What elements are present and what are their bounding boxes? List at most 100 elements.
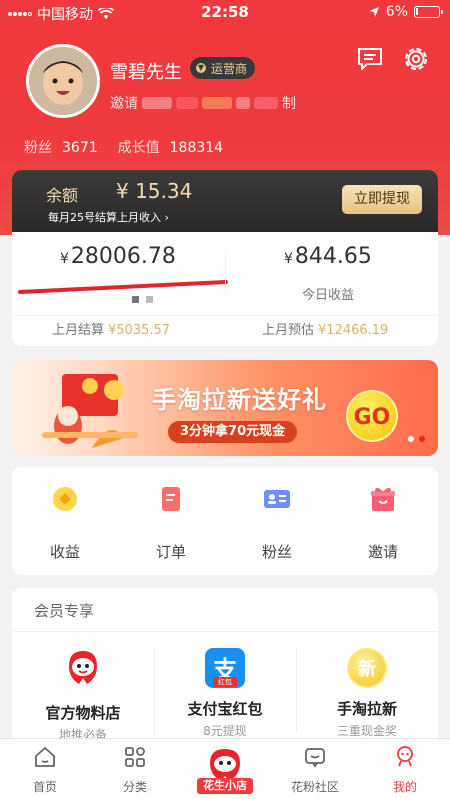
alipay-tag: 红包 bbox=[213, 677, 237, 687]
tab-category[interactable]: 分类 bbox=[90, 745, 180, 795]
member-item-alipay[interactable]: 支 红包 支付宝红包 8元提现 bbox=[154, 648, 296, 739]
home-icon bbox=[35, 747, 55, 767]
last-month-settled: 上月结算 ¥5035.57 bbox=[52, 319, 170, 338]
tab-label: 花粉社区 bbox=[290, 780, 339, 794]
grid-label: 订单 bbox=[155, 543, 186, 561]
balance-card: 余额 ¥ 15.34 每月25号结算上月收入 › 立即提现 bbox=[12, 170, 438, 232]
new-badge-icon: 新 bbox=[347, 648, 387, 688]
redacted-block bbox=[202, 97, 232, 109]
total-earnings[interactable]: ¥28006.78 bbox=[60, 244, 176, 269]
redacted-block bbox=[142, 97, 172, 109]
tab-community[interactable]: 花粉社区 bbox=[270, 745, 360, 795]
tab-label: 我的 bbox=[392, 780, 417, 794]
banner-dot bbox=[408, 436, 414, 442]
balance-label: 余额 bbox=[46, 186, 79, 205]
role-badge: ▼ 运营商 bbox=[190, 57, 256, 79]
page-indicator bbox=[132, 296, 153, 303]
followers-value: 3671 bbox=[62, 140, 98, 156]
growth-stat[interactable]: 成长值 188314 bbox=[118, 137, 223, 157]
estimate-value: ¥12466.19 bbox=[318, 323, 389, 338]
grid-label: 邀请 bbox=[367, 543, 398, 561]
today-earnings[interactable]: ¥844.65 bbox=[284, 244, 372, 269]
community-icon bbox=[305, 748, 325, 768]
total-earnings-value: 28006.78 bbox=[70, 244, 176, 269]
grid-item-earnings[interactable]: 收益 bbox=[12, 483, 118, 562]
member-item-taobao-new[interactable]: 新 手淘拉新 三重现金奖 bbox=[296, 648, 438, 739]
growth-label: 成长值 bbox=[117, 140, 160, 156]
coin-icon bbox=[53, 487, 77, 511]
banner-subtitle: 3分钟拿70元现金 bbox=[168, 421, 298, 443]
settlement-note[interactable]: 每月25号结算上月收入 › bbox=[48, 209, 169, 225]
growth-value: 188314 bbox=[169, 140, 224, 156]
member-item-name: 官方物料店 bbox=[45, 704, 121, 722]
nickname: 雪碧先生 bbox=[110, 62, 182, 83]
avatar[interactable] bbox=[26, 44, 100, 118]
last-month-label: 上月结算 bbox=[52, 323, 105, 338]
alipay-icon: 支 红包 bbox=[205, 648, 245, 688]
followers-label: 粉丝 bbox=[24, 140, 52, 156]
last-month-estimate: 上月预估 ¥12466.19 bbox=[262, 319, 388, 338]
crown-icon: ▼ bbox=[196, 63, 206, 73]
tab-home[interactable]: 首页 bbox=[0, 745, 90, 795]
member-item-material-store[interactable]: 官方物料店 地推必备 bbox=[12, 648, 154, 743]
status-bar: 中国移动 22:58 6% bbox=[0, 0, 450, 26]
promo-banner[interactable]: 手淘拉新送好礼 3分钟拿70元现金 GO bbox=[12, 360, 438, 456]
divider bbox=[12, 631, 438, 632]
member-item-name: 支付宝红包 bbox=[187, 700, 263, 718]
redacted-block bbox=[254, 97, 278, 109]
invite-code-row[interactable]: 邀请 制 bbox=[110, 93, 296, 113]
tab-shop[interactable]: 花生小店 bbox=[192, 748, 258, 794]
redacted-block bbox=[236, 97, 250, 109]
battery-icon bbox=[414, 6, 443, 18]
estimate-label: 上月预估 bbox=[262, 323, 315, 338]
divider bbox=[225, 254, 226, 294]
tab-label: 首页 bbox=[32, 780, 57, 794]
message-icon[interactable] bbox=[355, 44, 385, 74]
today-earnings-label: 今日收益 bbox=[302, 288, 355, 303]
tab-label: 花生小店 bbox=[197, 778, 253, 794]
role-badge-label: 运营商 bbox=[211, 61, 248, 76]
category-icon bbox=[125, 747, 145, 767]
member-item-name: 手淘拉新 bbox=[336, 700, 397, 718]
grid-label: 粉丝 bbox=[261, 543, 292, 561]
profile-icon bbox=[397, 746, 413, 767]
settings-gear-icon[interactable] bbox=[401, 44, 431, 74]
divider bbox=[12, 315, 438, 316]
member-section: 会员专享 官方物料店 地推必备 支 红包 支付宝红包 8元提现 新 手淘拉新 三… bbox=[12, 588, 438, 742]
banner-go-button[interactable]: GO bbox=[346, 390, 398, 442]
invite-label: 邀请 bbox=[110, 96, 138, 112]
currency-symbol: ¥ bbox=[60, 251, 69, 267]
balance-value: ¥ 15.34 bbox=[116, 179, 193, 203]
tab-label: 分类 bbox=[122, 780, 147, 794]
grid-item-invite[interactable]: 邀请 bbox=[330, 483, 436, 562]
last-month-value: ¥5035.57 bbox=[108, 323, 171, 338]
member-item-sub: 8元提现 bbox=[203, 724, 247, 738]
banner-indicator bbox=[408, 436, 425, 442]
banner-title: 手淘拉新送好礼 bbox=[152, 386, 327, 414]
redacted-block bbox=[176, 97, 198, 109]
withdraw-button[interactable]: 立即提现 bbox=[342, 185, 422, 214]
earnings-card: ¥28006.78 ¥844.65 今日收益 上月结算 ¥5035.57 上月预估… bbox=[12, 232, 438, 346]
mascot-icon bbox=[69, 651, 97, 684]
red-envelope-icon bbox=[42, 374, 138, 448]
page-dot bbox=[132, 296, 139, 303]
member-item-sub: 三重现金奖 bbox=[336, 724, 397, 738]
location-arrow-icon bbox=[368, 7, 379, 17]
battery-percent: 6% bbox=[385, 4, 408, 20]
page-dot bbox=[146, 296, 153, 303]
today-earnings-value: 844.65 bbox=[294, 244, 372, 269]
currency-symbol: ¥ bbox=[284, 251, 293, 267]
grid-item-orders[interactable]: 订单 bbox=[118, 483, 224, 562]
feature-grid: 收益 订单 粉丝 邀请 bbox=[12, 467, 438, 575]
banner-dot bbox=[419, 436, 425, 442]
followers-stat[interactable]: 粉丝 3671 bbox=[24, 137, 98, 157]
member-title: 会员专享 bbox=[34, 602, 95, 620]
invite-copy-label: 制 bbox=[282, 96, 296, 112]
redaction-scribble bbox=[18, 280, 228, 294]
shop-mascot-icon bbox=[210, 749, 240, 781]
grid-item-fans[interactable]: 粉丝 bbox=[224, 483, 330, 562]
profile-stats: 粉丝 3671 成长值 188314 bbox=[24, 137, 223, 157]
tab-profile[interactable]: 我的 bbox=[360, 745, 450, 795]
new-badge-glyph: 新 bbox=[358, 659, 376, 680]
grid-label: 收益 bbox=[49, 543, 80, 561]
